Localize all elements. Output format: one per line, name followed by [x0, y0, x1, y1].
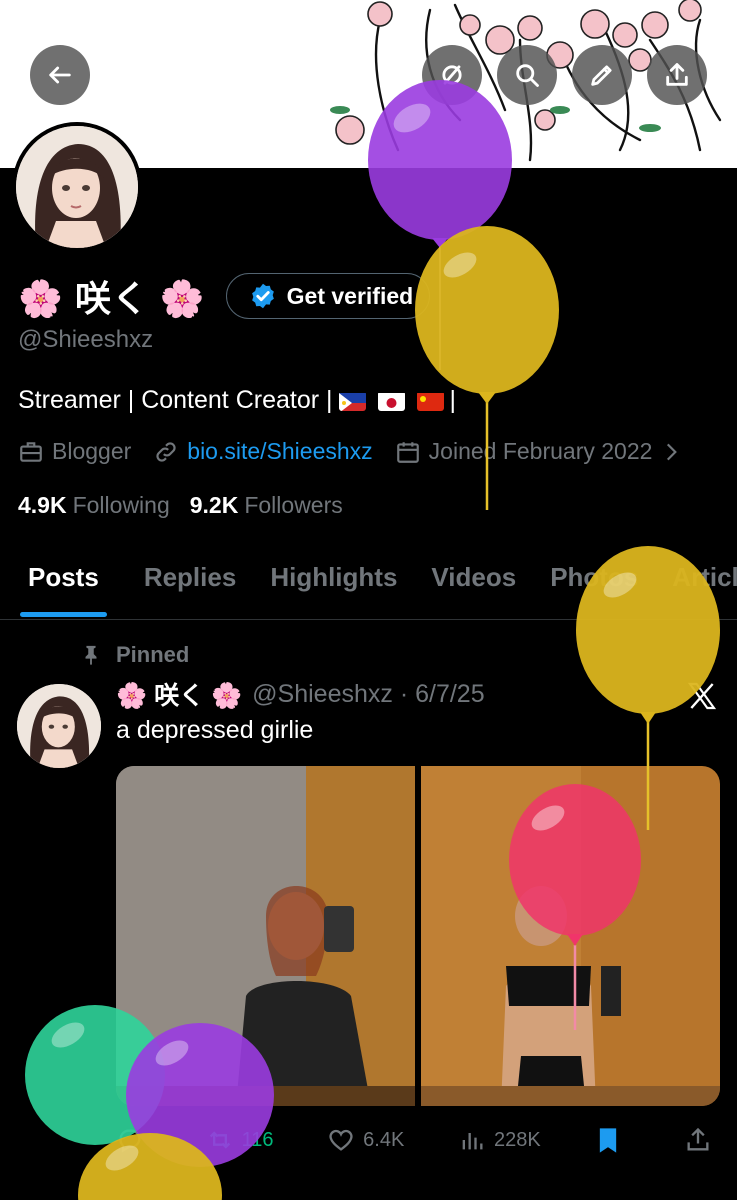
tab-photos[interactable]: Photos [533, 540, 655, 619]
post-author-name[interactable]: 🌸 咲く 🌸 [116, 676, 242, 712]
share-post-icon [687, 1127, 709, 1151]
post-actions: 116 6.4K 228K [116, 1120, 720, 1160]
joined-date[interactable]: Joined February 2022 [395, 438, 685, 465]
post-media[interactable] [116, 766, 720, 1106]
post-header: 🌸 咲く 🌸 @Shieeshxz · 6/7/25 [116, 676, 485, 712]
search-button[interactable] [497, 45, 557, 105]
share-post-button[interactable] [684, 1126, 720, 1154]
post-text: a depressed girlie [116, 716, 314, 744]
post-avatar-illustration [17, 684, 101, 768]
bio-text: Streamer | Content Creator | [18, 386, 333, 414]
grok-button[interactable] [422, 45, 482, 105]
china-flag-icon [416, 391, 444, 411]
profile-meta: Blogger bio.site/Shieeshxz Joined Februa… [18, 438, 706, 465]
bookmark-filled-icon [600, 1128, 617, 1153]
philippines-flag-icon [338, 391, 366, 411]
post-photo-1[interactable] [116, 766, 415, 1106]
website-link[interactable]: bio.site/Shieeshxz [153, 438, 373, 465]
search-icon [516, 64, 539, 87]
edit-icon [591, 65, 612, 86]
japan-flag-icon [377, 391, 405, 411]
bio-end: | [449, 386, 457, 414]
mirror-selfie-photo-2 [421, 766, 720, 1106]
pinned-label: Pinned [116, 642, 190, 667]
repost-button[interactable]: 116 [206, 1126, 274, 1154]
calendar-icon [396, 441, 419, 463]
x-logo-icon [687, 682, 717, 710]
avatar-illustration [16, 126, 138, 248]
like-count: 6.4K [363, 1128, 405, 1151]
chevron-right-icon [667, 443, 678, 460]
following-label: Following [72, 492, 170, 518]
post-photo-2[interactable] [421, 766, 720, 1106]
verified-badge-icon [251, 283, 274, 309]
pin-icon [85, 645, 97, 666]
arrow-left-icon [49, 66, 71, 84]
bookmark-button[interactable] [594, 1126, 630, 1154]
grok-slash-icon [442, 65, 462, 85]
like-button[interactable]: 6.4K [327, 1126, 404, 1154]
category-item: Blogger [18, 438, 131, 465]
display-name: 🌸 咲く 🌸 [18, 278, 206, 319]
followers-count: 9.2K [189, 492, 239, 518]
briefcase-icon [20, 441, 42, 462]
tab-posts[interactable]: Posts [0, 540, 127, 619]
profile-bio: Streamer | Content Creator | | [18, 386, 456, 415]
back-button[interactable] [30, 45, 90, 105]
yellow-balloon-icon [415, 226, 559, 510]
post-avatar[interactable] [17, 684, 101, 768]
views-button[interactable]: 228K [458, 1126, 541, 1154]
repost-icon [209, 1131, 230, 1149]
heart-icon [329, 1129, 353, 1151]
website-link-text[interactable]: bio.site/Shieeshxz [187, 438, 372, 465]
profile-avatar[interactable] [12, 122, 142, 252]
profile-handle: @Shieeshxz [18, 326, 154, 353]
mirror-selfie-photo [116, 766, 415, 1106]
category-label: Blogger [52, 438, 132, 464]
view-count: 228K [493, 1128, 541, 1151]
following-link[interactable]: 4.9K Following [18, 492, 170, 519]
followers-label: Followers [244, 492, 343, 518]
tab-videos[interactable]: Videos [414, 540, 533, 619]
following-count: 4.9K [18, 492, 67, 518]
link-icon [156, 441, 176, 462]
post-handle-date[interactable]: @Shieeshxz · 6/7/25 [252, 680, 484, 709]
edit-button[interactable] [572, 45, 632, 105]
joined-label: Joined February 2022 [428, 438, 653, 464]
tab-articles[interactable]: Articles [655, 540, 737, 619]
pinned-indicator: Pinned [80, 642, 189, 668]
repost-count: 116 [241, 1128, 274, 1151]
reply-icon [119, 1129, 141, 1153]
followers-link[interactable]: 9.2K Followers [190, 492, 343, 519]
profile-tabs: Posts Replies Highlights Videos Photos A… [0, 540, 737, 620]
share-button[interactable] [647, 45, 707, 105]
get-verified-label: Get verified [286, 282, 414, 309]
tab-replies[interactable]: Replies [127, 540, 254, 619]
analytics-icon [462, 1133, 483, 1150]
share-icon [666, 63, 688, 86]
tab-highlights[interactable]: Highlights [253, 540, 414, 619]
get-verified-button[interactable]: Get verified [225, 273, 431, 319]
follow-stats: 4.9K Following 9.2K Followers [18, 492, 363, 519]
reply-button[interactable] [116, 1126, 152, 1154]
